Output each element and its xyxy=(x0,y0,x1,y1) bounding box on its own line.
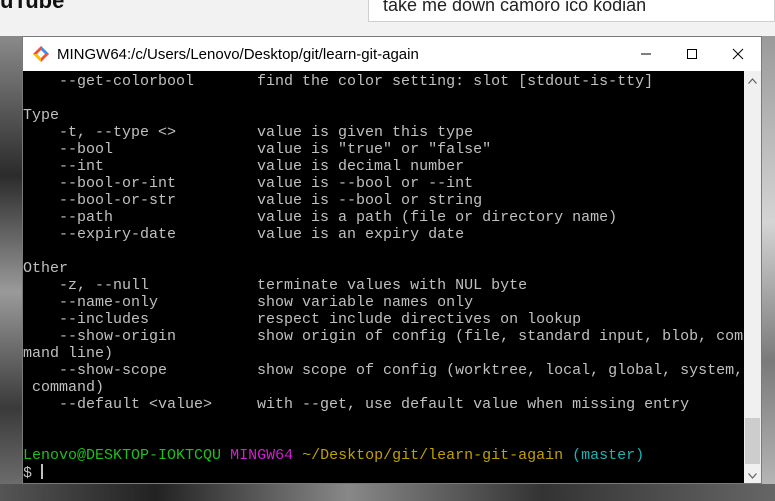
terminal-line: --show-scope show scope of config (workt… xyxy=(23,362,744,379)
git-diamond-icon xyxy=(32,45,50,63)
vertical-scrollbar[interactable] xyxy=(744,71,761,483)
background-image xyxy=(0,36,22,501)
terminal-line: --default <value> with --get, use defaul… xyxy=(23,396,690,413)
terminal-line: --bool-or-int value is --bool or --int xyxy=(23,175,474,192)
prompt-env: MINGW64 xyxy=(230,447,294,464)
text-cursor xyxy=(41,464,44,479)
prompt-user-host: Lenovo@DESKTOP-IOKTCQU xyxy=(23,447,222,464)
terminal-line: --name-only show variable names only xyxy=(23,294,474,311)
chevron-down-icon xyxy=(748,466,757,484)
terminal-line: Other xyxy=(23,260,69,277)
terminal-line: --path value is a path (file or director… xyxy=(23,209,618,226)
terminal-output[interactable]: --get-colorbool find the color setting: … xyxy=(23,71,744,483)
terminal-line: --bool value is "true" or "false" xyxy=(23,141,492,158)
scroll-up-button[interactable] xyxy=(744,71,761,88)
terminal-line: --bool-or-str value is --bool or string xyxy=(23,192,483,209)
close-button[interactable] xyxy=(715,37,761,71)
maximize-button[interactable] xyxy=(669,37,715,71)
terminal-line: --get-colorbool find the color setting: … xyxy=(23,73,654,90)
prompt-path: ~/Desktop/git/learn-git-again xyxy=(302,447,564,464)
terminal-line: --expiry-date value is an expiry date xyxy=(23,226,465,243)
terminal-line: --includes respect include directives on… xyxy=(23,311,582,328)
maximize-icon xyxy=(686,48,698,60)
title-bar[interactable]: MINGW64:/c/Users/Lenovo/Desktop/git/lear… xyxy=(23,37,761,71)
scrollbar-thumb[interactable] xyxy=(745,418,760,464)
terminal-line: --show-origin show origin of config (fil… xyxy=(23,328,744,345)
minimize-icon xyxy=(640,48,652,60)
terminal-lines: --get-colorbool find the color setting: … xyxy=(23,73,744,482)
close-icon xyxy=(732,48,744,60)
window-title: MINGW64:/c/Users/Lenovo/Desktop/git/lear… xyxy=(57,46,419,63)
background-image-right xyxy=(762,36,775,501)
terminal-line: command) xyxy=(23,379,105,396)
scroll-down-button[interactable] xyxy=(744,466,761,483)
prompt-symbol: $ xyxy=(23,465,33,482)
terminal-line: -t, --type <> value is given this type xyxy=(23,124,474,141)
chevron-up-icon xyxy=(748,71,757,89)
command-input-line[interactable]: $ xyxy=(23,464,743,482)
terminal-line: --int value is decimal number xyxy=(23,158,465,175)
minimize-button[interactable] xyxy=(623,37,669,71)
terminal-window: MINGW64:/c/Users/Lenovo/Desktop/git/lear… xyxy=(22,36,762,484)
terminal-line: mand line) xyxy=(23,345,114,362)
background-image-bottom xyxy=(0,484,775,501)
browser-header-background: uTube take me down camoro ico kodian xyxy=(0,0,775,36)
search-input[interactable]: take me down camoro ico kodian xyxy=(368,0,775,22)
terminal-line: Type xyxy=(23,107,60,124)
terminal-line: -z, --null terminate values with NUL byt… xyxy=(23,277,528,294)
prompt-line: Lenovo@DESKTOP-IOKTCQU MINGW64 ~/Desktop… xyxy=(23,447,743,464)
site-logo: uTube xyxy=(0,0,65,13)
prompt-branch: (master) xyxy=(572,447,645,464)
